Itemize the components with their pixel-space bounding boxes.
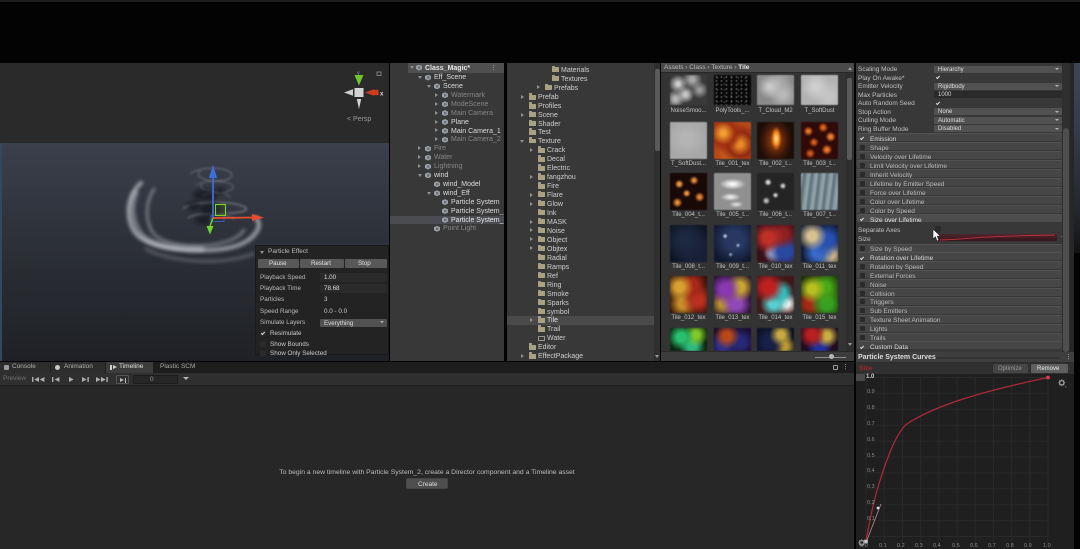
svg-text:x: x <box>380 92 384 98</box>
